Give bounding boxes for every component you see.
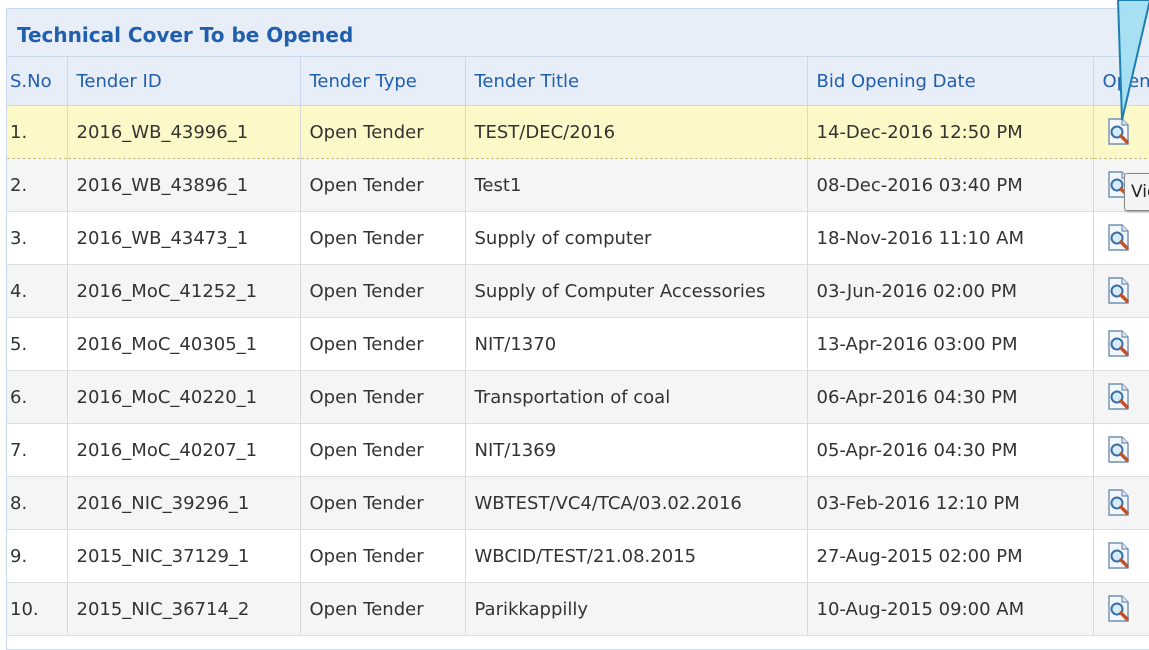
view-document-icon[interactable] [1106,435,1132,465]
cell-tender-id: 2016_MoC_41252_1 [67,264,301,318]
cell-tender-id: 2016_MoC_40207_1 [67,423,301,477]
cell-sno: 8. [7,476,68,530]
cell-open [1093,317,1149,371]
cell-sno: 1. [7,105,68,159]
cell-bid-opening-date: 14-Dec-2016 12:50 PM [807,105,1094,159]
table-row: 2. 2016_WB_43896_1 Open Tender Test1 08-Dec-… [7,158,1149,212]
cell-tender-title: WBTEST/VC4/TCA/03.02.2016 [465,476,808,530]
cell-open [1093,423,1149,477]
cell-tender-title: NIT/1370 [465,317,808,371]
cell-tender-title: Supply of Computer Accessories [465,264,808,318]
panel-title: Technical Cover To be Opened [7,9,1149,57]
cell-tender-title: WBCID/TEST/21.08.2015 [465,529,808,583]
view-tooltip: View [1124,173,1149,211]
view-document-icon[interactable] [1106,594,1132,624]
cell-bid-opening-date: 06-Apr-2016 04:30 PM [807,370,1094,424]
cell-open [1093,476,1149,530]
view-document-icon[interactable] [1106,329,1132,359]
table-row: 5. 2016_MoC_40305_1 Open Tender NIT/1370 13-… [7,317,1149,371]
cell-tender-title: Supply of computer [465,211,808,265]
column-header-sno: S.No [7,57,68,106]
cell-tender-id: 2016_MoC_40305_1 [67,317,301,371]
cell-tender-type: Open Tender [300,211,466,265]
cell-tender-type: Open Tender [300,423,466,477]
cell-sno: 5. [7,317,68,371]
cell-tender-id: 2016_NIC_39296_1 [67,476,301,530]
cell-tender-id: 2016_MoC_40220_1 [67,370,301,424]
cell-tender-id: 2016_WB_43896_1 [67,158,301,212]
column-header-bid-opening-date: Bid Opening Date [807,57,1094,106]
table-row: 7. 2016_MoC_40207_1 Open Tender NIT/1369 05-… [7,423,1149,477]
table-header-row: S.No Tender ID Tender Type Tender Title … [7,57,1149,106]
cell-open [1093,211,1149,265]
cell-tender-type: Open Tender [300,105,466,159]
column-header-tender-title: Tender Title [465,57,808,106]
cell-tender-title: Parikkappilly [465,582,808,636]
cell-tender-type: Open Tender [300,158,466,212]
cell-tender-id: 2015_NIC_36714_2 [67,582,301,636]
cell-sno: 9. [7,529,68,583]
cell-tender-type: Open Tender [300,317,466,371]
table-row: 3. 2016_WB_43473_1 Open Tender Supply of co… [7,211,1149,265]
table-row: 9. 2015_NIC_37129_1 Open Tender WBCID/TEST/… [7,529,1149,583]
cell-tender-type: Open Tender [300,476,466,530]
column-header-tender-type: Tender Type [300,57,466,106]
cell-sno: 6. [7,370,68,424]
cell-sno: 7. [7,423,68,477]
view-document-icon[interactable] [1106,541,1132,571]
column-header-open: Open [1093,57,1149,106]
tender-table: S.No Tender ID Tender Type Tender Title … [7,57,1149,636]
column-header-tender-id: Tender ID [67,57,301,106]
cell-bid-opening-date: 13-Apr-2016 03:00 PM [807,317,1094,371]
view-document-icon[interactable] [1106,276,1132,306]
cell-open [1093,105,1149,159]
cell-tender-title: NIT/1369 [465,423,808,477]
table-row: 8. 2016_NIC_39296_1 Open Tender WBTEST/VC4/… [7,476,1149,530]
cell-tender-id: 2016_WB_43473_1 [67,211,301,265]
view-document-icon[interactable] [1106,223,1132,253]
cell-open [1093,582,1149,636]
cell-bid-opening-date: 08-Dec-2016 03:40 PM [807,158,1094,212]
cell-open [1093,529,1149,583]
cell-bid-opening-date: 03-Feb-2016 12:10 PM [807,476,1094,530]
technical-cover-panel: Technical Cover To be Opened S.No Tender… [6,8,1149,650]
view-document-icon[interactable] [1106,488,1132,518]
table-row: 4. 2016_MoC_41252_1 Open Tender Supply of C… [7,264,1149,318]
cell-tender-type: Open Tender [300,370,466,424]
table-row: 1. 2016_WB_43996_1 Open Tender TEST/DEC/201… [7,105,1149,159]
cell-open [1093,370,1149,424]
cell-tender-type: Open Tender [300,529,466,583]
cell-sno: 10. [7,582,68,636]
view-document-icon[interactable] [1106,117,1132,147]
cell-open [1093,264,1149,318]
cell-tender-title: Transportation of coal [465,370,808,424]
cell-bid-opening-date: 05-Apr-2016 04:30 PM [807,423,1094,477]
cell-bid-opening-date: 10-Aug-2015 09:00 AM [807,582,1094,636]
cell-tender-id: 2015_NIC_37129_1 [67,529,301,583]
cell-bid-opening-date: 18-Nov-2016 11:10 AM [807,211,1094,265]
tooltip-text: View [1131,182,1149,202]
cell-sno: 2. [7,158,68,212]
table-row: 6. 2016_MoC_40220_1 Open Tender Transportat… [7,370,1149,424]
cell-tender-title: TEST/DEC/2016 [465,105,808,159]
cell-sno: 3. [7,211,68,265]
cell-tender-id: 2016_WB_43996_1 [67,105,301,159]
view-document-icon[interactable] [1106,382,1132,412]
cell-tender-type: Open Tender [300,582,466,636]
cell-sno: 4. [7,264,68,318]
cell-tender-title: Test1 [465,158,808,212]
table-row: 10. 2015_NIC_36714_2 Open Tender Parikkappi… [7,582,1149,636]
cell-tender-type: Open Tender [300,264,466,318]
cell-bid-opening-date: 03-Jun-2016 02:00 PM [807,264,1094,318]
cell-bid-opening-date: 27-Aug-2015 02:00 PM [807,529,1094,583]
